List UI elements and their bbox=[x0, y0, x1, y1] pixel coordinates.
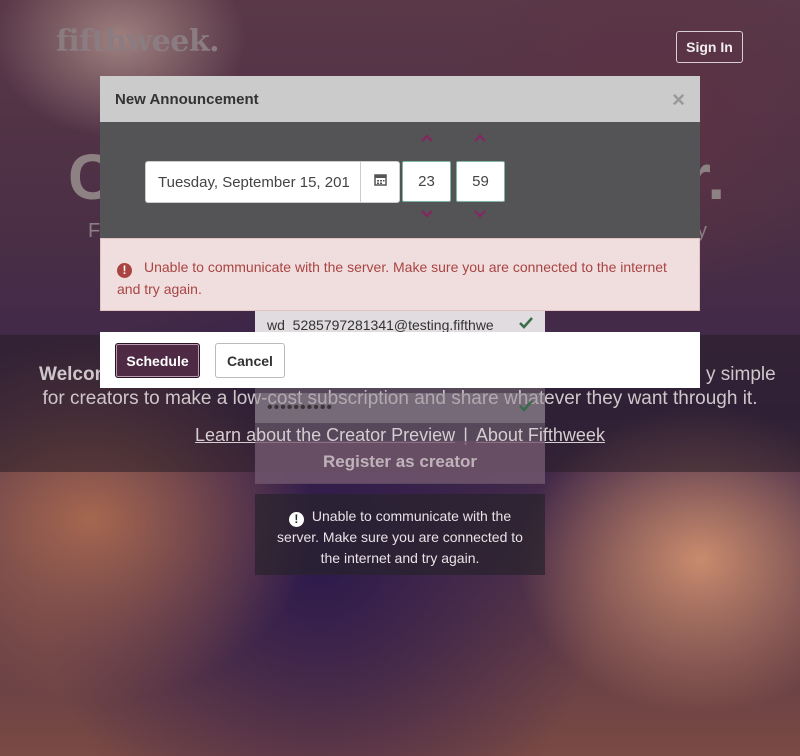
calendar-icon bbox=[373, 173, 387, 191]
minute-input[interactable] bbox=[456, 161, 505, 202]
close-icon[interactable]: × bbox=[672, 87, 685, 113]
sign-in-button[interactable]: Sign In bbox=[676, 31, 743, 63]
connection-error-text: Unable to communicate with the server. M… bbox=[277, 508, 523, 566]
email-value: wd_5285797281341@testing.fifthwe bbox=[267, 317, 494, 333]
exclamation-icon: ! bbox=[117, 263, 132, 278]
check-icon bbox=[519, 399, 533, 417]
password-field[interactable]: •••••••••• bbox=[255, 393, 545, 423]
welcome-text-end: y simple bbox=[706, 364, 776, 385]
schedule-button[interactable]: Schedule bbox=[115, 343, 200, 378]
date-input[interactable] bbox=[145, 161, 361, 203]
modal-title: New Announcement bbox=[115, 90, 259, 108]
hour-input[interactable] bbox=[402, 161, 451, 202]
hour-decrement-chevron-down-icon[interactable] bbox=[412, 210, 442, 226]
modal-header: New Announcement × bbox=[100, 76, 700, 122]
register-creator-button[interactable]: Register as creator bbox=[255, 441, 545, 483]
cancel-button[interactable]: Cancel bbox=[215, 343, 285, 378]
minute-decrement-chevron-down-icon[interactable] bbox=[465, 210, 495, 226]
calendar-button[interactable] bbox=[360, 161, 400, 203]
password-value: •••••••••• bbox=[267, 399, 334, 416]
modal-error-text: Unable to communicate with the server. M… bbox=[117, 259, 667, 297]
modal-error-alert: ! Unable to communicate with the server. … bbox=[100, 238, 700, 311]
exclamation-icon: ! bbox=[288, 512, 304, 527]
hero-subheading-start: F bbox=[88, 220, 101, 242]
hour-increment-chevron-up-icon[interactable] bbox=[412, 134, 442, 150]
site-logo[interactable]: fifthweek. bbox=[56, 24, 220, 59]
connection-error-alert: ! Unable to communicate with the server. … bbox=[255, 494, 545, 575]
minute-increment-chevron-up-icon[interactable] bbox=[465, 134, 495, 150]
